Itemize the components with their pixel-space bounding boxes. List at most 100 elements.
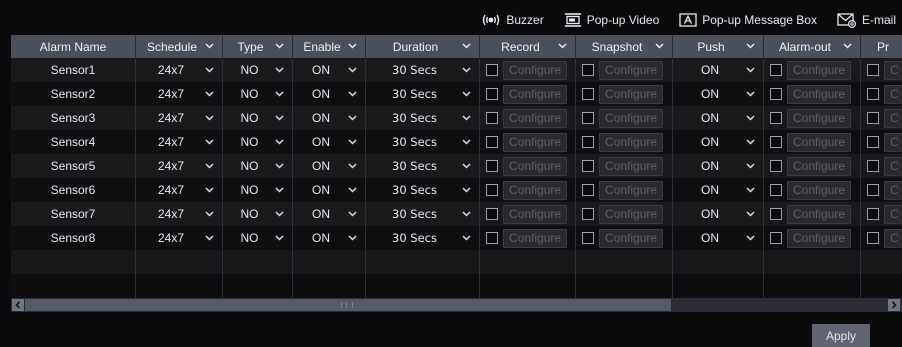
record-configure-button[interactable]: Configure [503, 180, 568, 200]
preset-checkbox[interactable] [867, 112, 879, 124]
preset-configure-button[interactable]: C [884, 60, 902, 80]
record-configure-button[interactable]: Configure [503, 60, 568, 80]
record-configure-button[interactable]: Configure [503, 84, 568, 104]
duration-select[interactable]: 30 Secs [366, 130, 480, 154]
record-checkbox[interactable] [486, 112, 498, 124]
duration-select[interactable]: 30 Secs [366, 202, 480, 226]
alarm-out-configure-button[interactable]: Configure [787, 132, 852, 152]
snapshot-configure-button[interactable]: Configure [599, 132, 664, 152]
record-checkbox[interactable] [486, 64, 498, 76]
snapshot-checkbox[interactable] [582, 184, 594, 196]
snapshot-configure-button[interactable]: Configure [599, 84, 664, 104]
snapshot-checkbox[interactable] [582, 88, 594, 100]
type-select[interactable]: NO [223, 154, 293, 178]
alarm-out-checkbox[interactable] [770, 208, 782, 220]
col-schedule[interactable]: Schedule [136, 35, 223, 58]
snapshot-configure-button[interactable]: Configure [599, 180, 664, 200]
type-select[interactable]: NO [223, 130, 293, 154]
snapshot-checkbox[interactable] [582, 112, 594, 124]
col-alarm-out[interactable]: Alarm-out [764, 35, 861, 58]
preset-configure-button[interactable]: C [884, 132, 902, 152]
record-checkbox[interactable] [486, 88, 498, 100]
schedule-select[interactable]: 24x7 [136, 178, 223, 202]
record-configure-button[interactable]: Configure [503, 132, 568, 152]
arrow-right-icon[interactable] [888, 299, 900, 311]
schedule-select[interactable]: 24x7 [136, 130, 223, 154]
type-select[interactable]: NO [223, 178, 293, 202]
alarm-out-checkbox[interactable] [770, 112, 782, 124]
col-snapshot[interactable]: Snapshot [576, 35, 673, 58]
popup-video-button[interactable]: Pop-up Video [564, 13, 659, 27]
preset-configure-button[interactable]: C [884, 180, 902, 200]
preset-configure-button[interactable]: C [884, 84, 902, 104]
buzzer-button[interactable]: Buzzer [481, 13, 544, 27]
schedule-select[interactable]: 24x7 [136, 202, 223, 226]
alarm-out-configure-button[interactable]: Configure [787, 180, 852, 200]
snapshot-checkbox[interactable] [582, 232, 594, 244]
push-select[interactable]: ON [673, 202, 764, 226]
alarm-out-checkbox[interactable] [770, 136, 782, 148]
preset-configure-button[interactable]: C [884, 204, 902, 224]
snapshot-configure-button[interactable]: Configure [599, 228, 664, 248]
col-duration[interactable]: Duration [366, 35, 480, 58]
alarm-out-configure-button[interactable]: Configure [787, 204, 852, 224]
snapshot-configure-button[interactable]: Configure [599, 108, 664, 128]
enable-select[interactable]: ON [293, 58, 366, 82]
preset-checkbox[interactable] [867, 136, 879, 148]
duration-select[interactable]: 30 Secs [366, 58, 480, 82]
scrollbar-thumb[interactable] [25, 299, 671, 311]
preset-configure-button[interactable]: C [884, 108, 902, 128]
col-enable[interactable]: Enable [293, 35, 366, 58]
email-button[interactable]: E-mail [837, 12, 896, 28]
preset-checkbox[interactable] [867, 232, 879, 244]
record-configure-button[interactable]: Configure [503, 204, 568, 224]
enable-select[interactable]: ON [293, 178, 366, 202]
col-type[interactable]: Type [223, 35, 293, 58]
apply-button[interactable]: Apply [812, 324, 870, 347]
col-preset[interactable]: Pr [861, 35, 902, 58]
schedule-select[interactable]: 24x7 [136, 82, 223, 106]
col-push[interactable]: Push [673, 35, 764, 58]
enable-select[interactable]: ON [293, 130, 366, 154]
enable-select[interactable]: ON [293, 106, 366, 130]
alarm-out-configure-button[interactable]: Configure [787, 60, 852, 80]
type-select[interactable]: NO [223, 226, 293, 250]
alarm-out-configure-button[interactable]: Configure [787, 156, 852, 176]
push-select[interactable]: ON [673, 130, 764, 154]
type-select[interactable]: NO [223, 106, 293, 130]
snapshot-checkbox[interactable] [582, 160, 594, 172]
record-configure-button[interactable]: Configure [503, 108, 568, 128]
horizontal-scrollbar[interactable] [11, 298, 902, 312]
alarm-out-configure-button[interactable]: Configure [787, 228, 852, 248]
snapshot-checkbox[interactable] [582, 64, 594, 76]
record-configure-button[interactable]: Configure [503, 228, 568, 248]
record-checkbox[interactable] [486, 208, 498, 220]
alarm-out-configure-button[interactable]: Configure [787, 84, 852, 104]
alarm-out-configure-button[interactable]: Configure [787, 108, 852, 128]
record-checkbox[interactable] [486, 232, 498, 244]
preset-configure-button[interactable]: C [884, 156, 902, 176]
preset-configure-button[interactable]: C [884, 228, 902, 248]
push-select[interactable]: ON [673, 106, 764, 130]
preset-checkbox[interactable] [867, 184, 879, 196]
snapshot-configure-button[interactable]: Configure [599, 60, 664, 80]
type-select[interactable]: NO [223, 202, 293, 226]
preset-checkbox[interactable] [867, 88, 879, 100]
duration-select[interactable]: 30 Secs [366, 82, 480, 106]
alarm-out-checkbox[interactable] [770, 232, 782, 244]
snapshot-checkbox[interactable] [582, 208, 594, 220]
duration-select[interactable]: 30 Secs [366, 154, 480, 178]
push-select[interactable]: ON [673, 178, 764, 202]
preset-checkbox[interactable] [867, 160, 879, 172]
record-configure-button[interactable]: Configure [503, 156, 568, 176]
record-checkbox[interactable] [486, 136, 498, 148]
duration-select[interactable]: 30 Secs [366, 106, 480, 130]
schedule-select[interactable]: 24x7 [136, 154, 223, 178]
push-select[interactable]: ON [673, 154, 764, 178]
preset-checkbox[interactable] [867, 208, 879, 220]
push-select[interactable]: ON [673, 82, 764, 106]
enable-select[interactable]: ON [293, 82, 366, 106]
enable-select[interactable]: ON [293, 226, 366, 250]
push-select[interactable]: ON [673, 58, 764, 82]
snapshot-configure-button[interactable]: Configure [599, 204, 664, 224]
